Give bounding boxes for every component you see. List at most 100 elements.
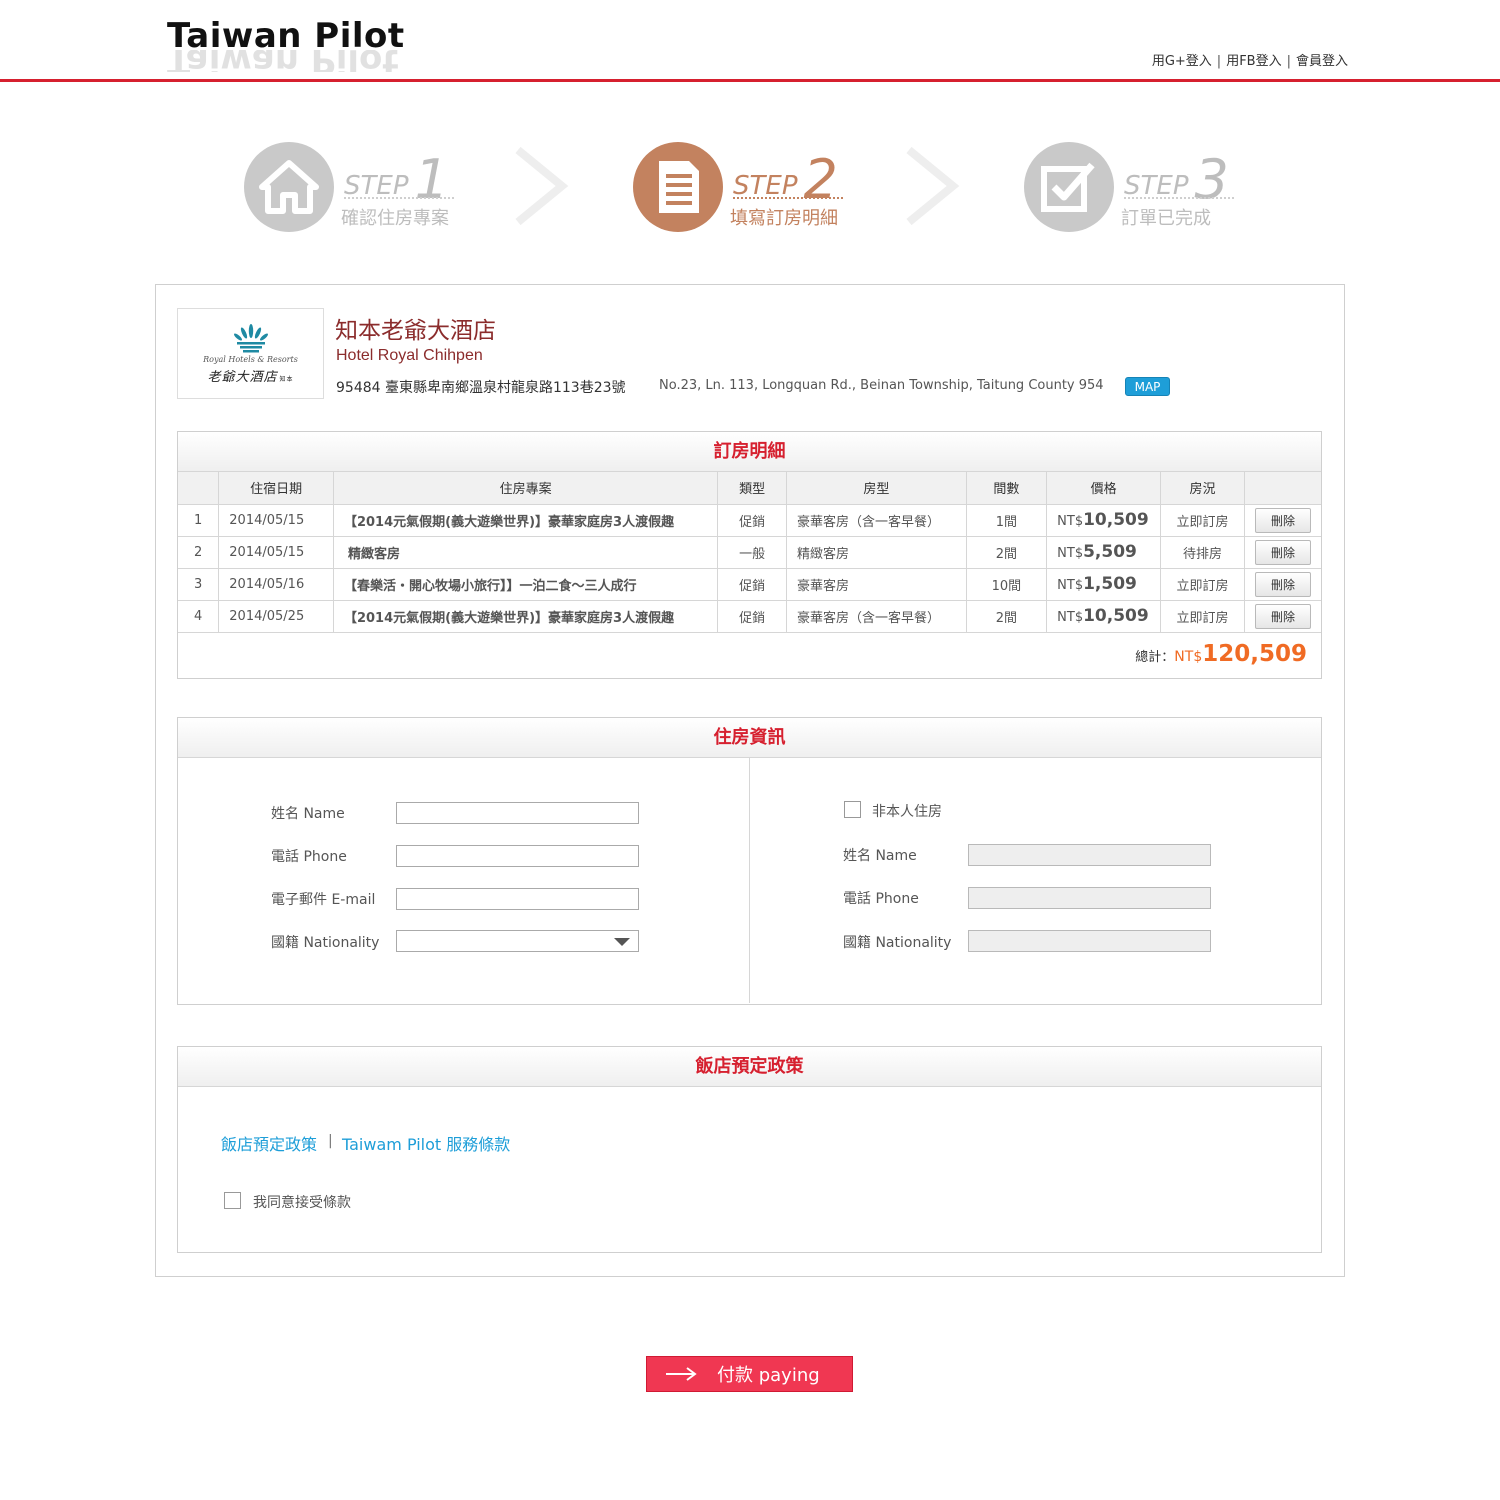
step-2-divider: [733, 197, 843, 199]
row-room-count: 2間: [966, 600, 1048, 633]
row-date: 2014/05/15: [218, 504, 334, 537]
booking-detail-title: 訂房明細: [178, 432, 1321, 472]
row-price-currency: NT$: [1057, 514, 1084, 529]
col-header-room: 房型: [786, 472, 967, 505]
pay-button-label: 付款 paying: [717, 1365, 820, 1386]
total-label: 總計：: [1135, 649, 1175, 665]
row-plan-link[interactable]: 精緻客房: [333, 536, 719, 569]
row-price: NT$10,509: [1046, 600, 1162, 633]
delete-button[interactable]: 刪除: [1254, 507, 1311, 533]
row-price-currency: NT$: [1057, 546, 1084, 561]
nationality-label: 國籍 Nationality: [271, 935, 380, 951]
policy-separator: |: [328, 1133, 333, 1149]
delete-button[interactable]: 刪除: [1254, 603, 1311, 629]
guest-phone-input[interactable]: [968, 887, 1211, 909]
member-login-link[interactable]: 會員登入: [1296, 54, 1348, 69]
table-row: 3 2014/05/16 【春樂活・開心牧場小旅行】】一泊二食～三人成行 促銷 …: [178, 568, 1321, 601]
hotel-logo-name: 老爺大酒店 知本: [207, 366, 293, 385]
map-button[interactable]: MAP: [1125, 377, 1170, 396]
table-row: 4 2014/05/25 【2014元氣假期(義大遊樂世界)】豪華家庭房3人渡假…: [178, 600, 1321, 633]
pay-button[interactable]: 付款 paying: [646, 1356, 853, 1392]
row-plan-link[interactable]: 【2014元氣假期(義大遊樂世界)】豪華家庭房3人渡假趣: [333, 504, 719, 537]
row-number: 1: [178, 504, 220, 537]
total-amount: 120,509: [1202, 640, 1307, 667]
phone-label: 電話 Phone: [271, 849, 347, 865]
agree-terms-label: 我同意接受條款: [253, 1195, 351, 1211]
table-row: 2 2014/05/15 精緻客房 一般 精緻客房 2間 NT$5,509 待排…: [178, 536, 1321, 569]
nationality-select[interactable]: [396, 930, 639, 952]
hotel-policy-title: 飯店預定政策: [178, 1047, 1321, 1087]
phone-input[interactable]: [396, 845, 639, 867]
row-plan-link[interactable]: 【春樂活・開心牧場小旅行】】一泊二食～三人成行: [333, 568, 719, 601]
table-header-row: 住宿日期 住房專案 類型 房型 間數 價格 房況: [178, 472, 1321, 505]
row-type: 促銷: [717, 568, 787, 601]
row-room-count: 10間: [966, 568, 1048, 601]
row-type: 一般: [717, 536, 787, 569]
hotel-logo-name-cn: 老爺大酒店: [207, 369, 278, 385]
step-1: STEP 1 確認住房專案: [244, 142, 464, 234]
delete-button[interactable]: 刪除: [1254, 539, 1311, 565]
name-input[interactable]: [396, 802, 639, 824]
booking-panel: Royal Hotels & Resorts 老爺大酒店 知本 知本老爺大酒店 H…: [155, 284, 1345, 1277]
step-3: STEP 3 訂單已完成: [1024, 142, 1244, 234]
col-header-no: [178, 472, 220, 505]
row-date: 2014/05/16: [218, 568, 334, 601]
hotel-policy-section: 飯店預定政策 飯店預定政策 | Taiwam Pilot 服務條款 我同意接受條…: [177, 1046, 1322, 1253]
row-date: 2014/05/15: [218, 536, 334, 569]
row-number: 2: [178, 536, 220, 569]
row-room-count: 2間: [966, 536, 1048, 569]
step-1-divider: [344, 197, 454, 199]
row-room-type: 豪華客房: [786, 568, 967, 601]
checkmark-icon: [1024, 142, 1114, 232]
step-3-number: 3: [1194, 148, 1229, 211]
hotel-logo: Royal Hotels & Resorts 老爺大酒店 知本: [177, 308, 324, 399]
fountain-logo-icon: [233, 323, 268, 352]
delete-button[interactable]: 刪除: [1254, 571, 1311, 597]
guest-nationality-input[interactable]: [968, 930, 1211, 952]
arrow-right-icon: [666, 1367, 697, 1381]
col-header-action: [1244, 472, 1321, 505]
house-icon: [244, 142, 334, 232]
hotel-address: 95484 臺東縣卑南鄉溫泉村龍泉路113巷23號: [336, 380, 626, 396]
agree-terms-checkbox[interactable]: [224, 1192, 241, 1209]
col-header-count: 間數: [966, 472, 1048, 505]
col-header-date: 住宿日期: [218, 472, 334, 505]
row-status: 待排房: [1160, 536, 1245, 569]
step-3-label: 訂單已完成: [1121, 208, 1211, 229]
row-number: 4: [178, 600, 220, 633]
step-1-label: 確認住房專案: [341, 208, 449, 229]
step-3-divider: [1124, 197, 1234, 199]
col-header-price: 價格: [1046, 472, 1162, 505]
step-2: STEP 2 填寫訂房明細: [633, 142, 853, 234]
row-price-amount: 10,509: [1083, 606, 1149, 626]
row-plan-link[interactable]: 【2014元氣假期(義大遊樂世界)】豪華家庭房3人渡假趣: [333, 600, 719, 633]
row-number: 3: [178, 568, 220, 601]
column-divider: [749, 758, 750, 1003]
google-login-link[interactable]: 用G+登入: [1152, 54, 1212, 69]
step-2-number: 2: [803, 148, 838, 211]
row-room-type: 精緻客房: [786, 536, 967, 569]
row-price: NT$10,509: [1046, 504, 1162, 537]
site-header: Taiwan Pilot Taiwan Pilot 用G+登入 | 用FB登入 | 會員…: [0, 0, 1500, 82]
total-currency: NT$: [1174, 648, 1203, 665]
hotel-policy-link[interactable]: 飯店預定政策: [221, 1131, 317, 1155]
row-price: NT$1,509: [1046, 568, 1162, 601]
facebook-login-link[interactable]: 用FB登入: [1226, 54, 1281, 69]
row-type: 促銷: [717, 504, 787, 537]
row-price-amount: 10,509: [1083, 510, 1149, 530]
guest-name-input[interactable]: [968, 844, 1211, 866]
step-1-number: 1: [414, 148, 449, 211]
guest-info-title: 住房資訊: [178, 718, 1321, 758]
not-self-checkbox[interactable]: [844, 801, 861, 818]
total-row: 總計：NT$120,509: [178, 633, 1321, 679]
guest-info-section: 住房資訊 姓名 Name 電話 Phone 電子郵件 E-mail 國籍 Nat…: [177, 717, 1322, 1005]
hotel-logo-name-small: 知本: [279, 375, 294, 383]
row-status: 立即訂房: [1160, 504, 1245, 537]
row-room-type: 豪華客房（含一客早餐）: [786, 504, 967, 537]
hotel-logo-script: Royal Hotels & Resorts: [203, 354, 298, 364]
col-header-plan: 住房專案: [333, 472, 719, 505]
guest-phone-label: 電話 Phone: [843, 891, 919, 907]
email-input[interactable]: [396, 888, 639, 910]
row-price-currency: NT$: [1057, 610, 1084, 625]
terms-of-service-link[interactable]: Taiwam Pilot 服務條款: [342, 1131, 510, 1155]
